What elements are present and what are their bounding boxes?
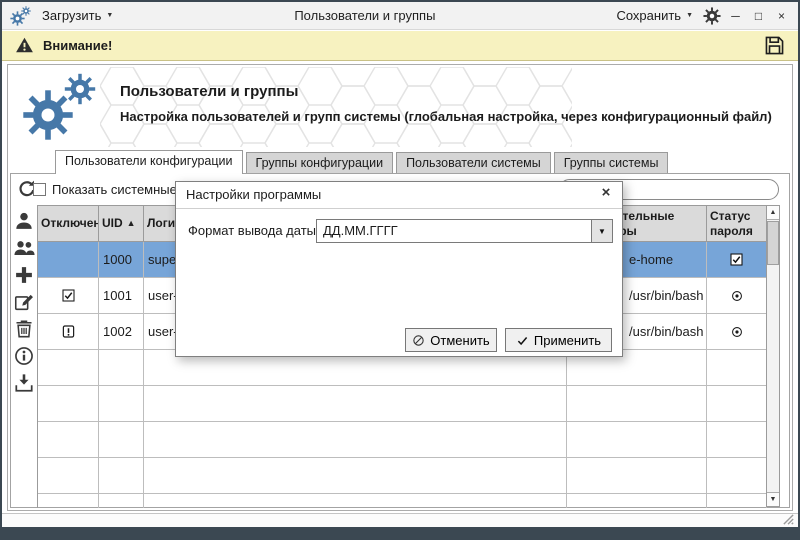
page-title: Пользователи и группы [120, 83, 298, 100]
window-title: Пользователи и группы [123, 8, 606, 23]
dropdown-caret-icon: ▼ [598, 227, 606, 236]
sort-asc-icon: ▲ [127, 218, 136, 229]
table-row-empty [38, 422, 767, 458]
edit-user-button[interactable] [13, 291, 35, 313]
cell-disabled [38, 314, 99, 350]
cancel-button-label: Отменить [430, 333, 489, 348]
app-window: Загрузить ▼ Пользователи и группы Сохран… [0, 0, 800, 540]
tab-groups-config[interactable]: Группы конфигурации [246, 152, 394, 173]
resize-grip[interactable] [782, 513, 795, 526]
warning-bar: Внимание! [2, 31, 798, 61]
close-button[interactable]: × [773, 8, 790, 24]
add-user-button[interactable] [13, 264, 35, 286]
app-logo-gears-icon [10, 6, 32, 26]
user-properties-button[interactable] [13, 210, 35, 232]
column-header-uid[interactable]: UID ▲ [99, 206, 144, 242]
apply-check-icon [516, 334, 529, 347]
page-header: Пользователи и группы Настройка пользова… [8, 65, 792, 149]
page-subtitle: Настройка пользователей и групп системы … [120, 109, 780, 124]
tab-users-system[interactable]: Пользователи системы [396, 152, 551, 173]
radio-dot-icon [730, 325, 744, 339]
cell-uid: 1002 [99, 314, 144, 350]
tab-bar: Пользователи конфигурации Группы конфигу… [10, 149, 668, 173]
user-groups-button[interactable] [13, 237, 35, 259]
titlebar: Загрузить ▼ Пользователи и группы Сохран… [2, 2, 798, 30]
tab-users-config[interactable]: Пользователи конфигурации [55, 150, 243, 174]
load-menu-button[interactable]: Загрузить ▼ [38, 6, 117, 25]
dialog-titlebar: Настройки программы × [176, 182, 622, 209]
tab-groups-system[interactable]: Группы системы [554, 152, 669, 173]
date-format-label: Формат вывода даты: [188, 223, 320, 238]
column-header-password-status[interactable]: Статус пароля [707, 206, 767, 242]
maximize-button[interactable]: □ [750, 8, 767, 24]
warning-text: Внимание! [43, 38, 112, 53]
load-menu-label: Загрузить [42, 8, 101, 23]
export-button[interactable] [13, 372, 35, 394]
warning-box-icon [61, 324, 76, 339]
checkbox-checked-icon [729, 252, 744, 267]
settings-gear-button[interactable] [703, 7, 721, 25]
cell-password-status [707, 242, 767, 278]
dialog-close-button[interactable]: × [598, 184, 614, 201]
hexagon-pattern-decoration [100, 67, 572, 147]
window-bottom-edge [2, 527, 798, 538]
users-groups-gears-icon [20, 71, 102, 143]
dialog-title: Настройки программы [186, 187, 321, 202]
cell-uid: 1001 [99, 278, 144, 314]
scroll-up-button[interactable]: ▲ [767, 206, 779, 220]
radio-dot-icon [730, 289, 744, 303]
warning-triangle-icon [14, 36, 35, 55]
delete-user-button[interactable] [13, 318, 35, 340]
show-system-label: Показать системные [52, 182, 177, 197]
scroll-down-button[interactable]: ▼ [767, 492, 779, 506]
cell-uid: 1000 [99, 242, 144, 278]
table-row-empty [38, 494, 767, 508]
date-format-select[interactable]: ДД.ММ.ГГГГ ▼ [316, 219, 613, 243]
save-menu-button[interactable]: Сохранить ▼ [612, 6, 697, 25]
table-row-empty [38, 386, 767, 422]
apply-button-label: Применить [534, 333, 601, 348]
cancel-button[interactable]: Отменить [405, 328, 497, 352]
apply-button[interactable]: Применить [505, 328, 612, 352]
cell-password-status [707, 278, 767, 314]
settings-dialog: Настройки программы × Формат вывода даты… [175, 181, 623, 357]
combo-dropdown-button[interactable]: ▼ [591, 220, 612, 242]
minimize-button[interactable]: ─ [727, 8, 744, 24]
vertical-scrollbar[interactable]: ▲ ▼ [766, 205, 780, 507]
save-config-floppy-button[interactable] [763, 34, 786, 57]
status-bar [2, 513, 798, 527]
uid-header-label: UID [102, 216, 123, 231]
date-format-value: ДД.ММ.ГГГГ [323, 223, 398, 238]
dropdown-caret-icon: ▼ [106, 12, 113, 19]
save-menu-label: Сохранить [616, 8, 681, 23]
cell-password-status [707, 314, 767, 350]
column-header-disabled[interactable]: Отключен [38, 206, 99, 242]
cell-disabled [38, 278, 99, 314]
info-button[interactable] [13, 345, 35, 367]
dropdown-caret-icon: ▼ [686, 12, 693, 19]
cancel-circle-slash-icon [412, 334, 425, 347]
scrollbar-thumb[interactable] [767, 221, 779, 265]
table-row-empty [38, 458, 767, 494]
checkbox-checked-icon [61, 288, 76, 303]
cell-disabled [38, 242, 99, 278]
show-system-checkbox[interactable] [33, 183, 46, 196]
